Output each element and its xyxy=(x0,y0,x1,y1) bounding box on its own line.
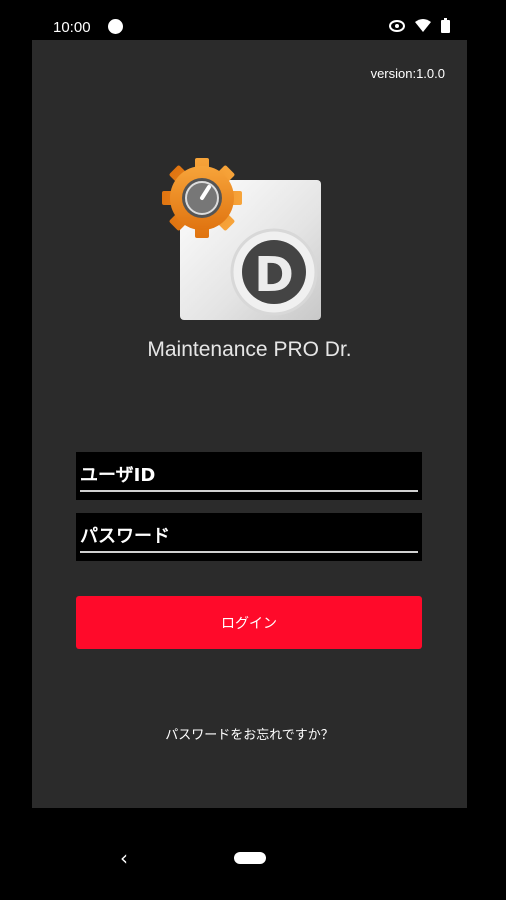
user-id-input[interactable] xyxy=(80,460,418,490)
status-time: 10:00 xyxy=(53,19,91,36)
forgot-password-link[interactable]: パスワードをお忘れですか？ xyxy=(32,724,467,743)
logo-letter: D xyxy=(254,247,294,303)
gear-icon xyxy=(162,158,242,238)
password-input[interactable] xyxy=(80,521,418,551)
user-id-underline xyxy=(80,490,418,492)
user-id-field[interactable] xyxy=(76,452,422,500)
wifi-icon xyxy=(415,19,431,32)
app-logo: D xyxy=(162,158,321,320)
password-underline xyxy=(80,551,418,553)
login-button[interactable]: ログイン xyxy=(76,596,422,649)
back-icon[interactable]: ‹ xyxy=(120,846,128,870)
status-bar: 10:00 xyxy=(0,0,506,40)
password-field[interactable] xyxy=(76,513,422,561)
login-screen: version:1.0.0 D Maintenance PRO Dr. ユーザI… xyxy=(32,40,467,808)
home-pill[interactable] xyxy=(234,852,266,864)
version-label: version:1.0.0 xyxy=(370,66,445,81)
eye-icon xyxy=(389,19,405,32)
app-notification-icon xyxy=(108,19,123,34)
status-icons xyxy=(389,18,450,33)
app-name: Maintenance PRO Dr. xyxy=(147,338,352,361)
battery-icon xyxy=(441,18,450,33)
